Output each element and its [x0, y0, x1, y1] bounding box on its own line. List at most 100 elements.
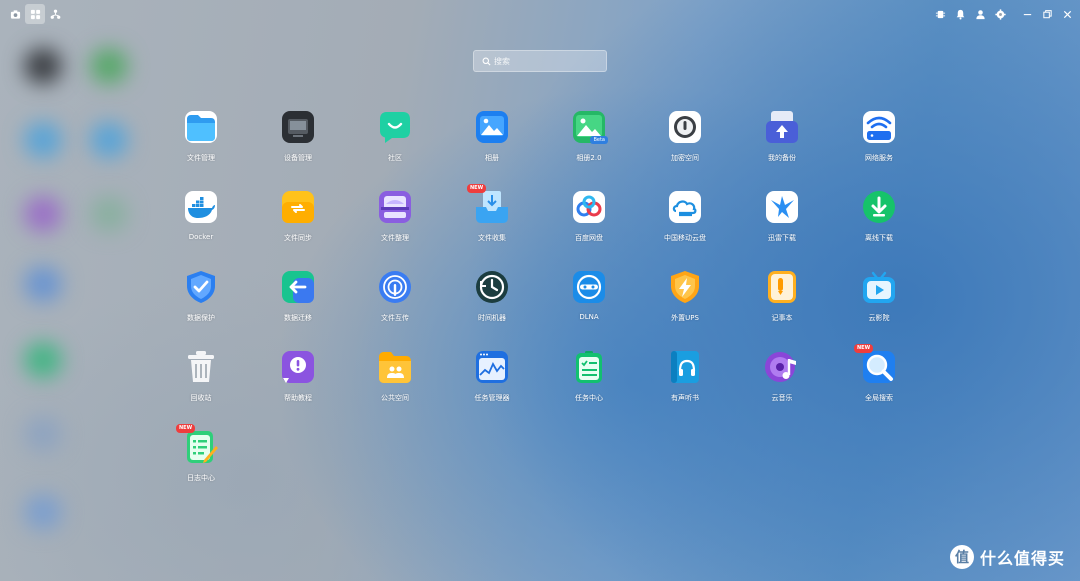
- app-label: 社区: [388, 154, 402, 162]
- app-label: 相册: [485, 154, 499, 162]
- app-label: 文件管理: [187, 154, 215, 162]
- app-label: 日志中心: [187, 474, 215, 482]
- app-label: 数据迁移: [284, 314, 312, 322]
- app-label: 加密空间: [671, 154, 699, 162]
- app-file-manager[interactable]: 文件管理: [161, 110, 241, 180]
- close-icon[interactable]: [1057, 4, 1077, 24]
- app-label: DLNA: [579, 313, 599, 321]
- baidu-netdisk-icon: [572, 190, 606, 224]
- app-label: 外置UPS: [671, 314, 699, 322]
- app-device-manager[interactable]: 设备管理: [258, 110, 338, 180]
- app-encrypted-space[interactable]: 加密空间: [645, 110, 725, 180]
- app-label: 离线下载: [865, 234, 893, 242]
- app-file-sync[interactable]: 文件同步: [258, 190, 338, 260]
- app-label: 中国移动云盘: [664, 234, 706, 242]
- blurred-dock-icon: [24, 48, 62, 84]
- blurred-dock-icon: [24, 494, 62, 530]
- app-ups[interactable]: 外置UPS: [645, 270, 725, 340]
- app-file-transfer[interactable]: 文件互传: [355, 270, 435, 340]
- dlna-icon: [572, 270, 606, 304]
- app-label: 百度网盘: [575, 234, 603, 242]
- plugin-icon[interactable]: [930, 4, 950, 24]
- folder-icon: [184, 110, 218, 144]
- search-icon: [482, 57, 491, 66]
- app-dlna[interactable]: DLNA: [549, 270, 629, 340]
- app-community[interactable]: 社区: [355, 110, 435, 180]
- backup-icon: [765, 110, 799, 144]
- app-offline-download[interactable]: 离线下载: [839, 190, 919, 260]
- app-audiobook[interactable]: 有声听书: [645, 350, 725, 420]
- audiobook-icon: [668, 350, 702, 384]
- gear-icon[interactable]: [990, 4, 1010, 24]
- app-data-migration[interactable]: 数据迁移: [258, 270, 338, 340]
- app-label: 文件收集: [478, 234, 506, 242]
- cloud-music-icon: [765, 350, 799, 384]
- file-transfer-icon: [378, 270, 412, 304]
- app-label: 数据保护: [187, 314, 215, 322]
- file-collect-icon: NEW: [467, 184, 509, 224]
- app-baidu-netdisk[interactable]: 百度网盘: [549, 190, 629, 260]
- app-network-service[interactable]: 网络服务: [839, 110, 919, 180]
- minimize-icon[interactable]: [1017, 4, 1037, 24]
- app-label: 任务管理器: [474, 394, 510, 402]
- app-file-collect[interactable]: NEW 文件收集: [452, 184, 532, 260]
- offline-download-icon: [862, 190, 896, 224]
- app-task-center[interactable]: 任务中心: [549, 350, 629, 420]
- recycle-bin-icon: [184, 350, 218, 384]
- restore-icon[interactable]: [1037, 4, 1057, 24]
- community-chat-icon: [378, 110, 412, 144]
- app-thunder-download[interactable]: 迅雷下载: [742, 190, 822, 260]
- app-global-search[interactable]: NEW 全局搜索: [839, 344, 919, 420]
- app-notepad[interactable]: 记事本: [742, 270, 822, 340]
- public-space-icon: [378, 350, 412, 384]
- app-time-machine[interactable]: 时间机器: [452, 270, 532, 340]
- encrypted-space-icon: [668, 110, 702, 144]
- app-help-tutorial[interactable]: 帮助教程: [258, 350, 338, 420]
- app-data-protection[interactable]: 数据保护: [161, 270, 241, 340]
- watermark-text: 什么值得买: [980, 549, 1066, 568]
- blurred-dock-icon: [90, 122, 128, 158]
- app-label: 文件整理: [381, 234, 409, 242]
- new-badge: NEW: [854, 344, 874, 353]
- app-label: Docker: [188, 233, 214, 241]
- task-center-icon: [572, 350, 606, 384]
- user-icon[interactable]: [970, 4, 990, 24]
- app-label: 回收站: [190, 394, 212, 402]
- photo-album-2-icon: Beta: [572, 110, 608, 144]
- app-public-space[interactable]: 公共空间: [355, 350, 435, 420]
- search-input[interactable]: [491, 52, 594, 70]
- camera-icon[interactable]: [5, 4, 25, 24]
- app-label: 云音乐: [771, 394, 793, 402]
- app-cloud-cinema[interactable]: 云影院: [839, 270, 919, 340]
- bell-icon[interactable]: [950, 4, 970, 24]
- search-box[interactable]: [473, 50, 607, 72]
- app-label: 全局搜索: [865, 394, 893, 402]
- app-docker[interactable]: Docker: [161, 190, 241, 260]
- app-task-manager[interactable]: 任务管理器: [452, 350, 532, 420]
- time-machine-icon: [475, 270, 509, 304]
- app-photo-album-2[interactable]: Beta 相册2.0: [549, 110, 629, 180]
- app-cloud-music[interactable]: 云音乐: [742, 350, 822, 420]
- blurred-dock-icon: [24, 196, 62, 232]
- app-photo-album[interactable]: 相册: [452, 110, 532, 180]
- photo-album-icon: [475, 110, 509, 144]
- app-recycle-bin[interactable]: 回收站: [161, 350, 241, 420]
- device-icon: [281, 110, 315, 144]
- china-mobile-cloud-icon: [668, 190, 702, 224]
- docker-icon: [184, 190, 218, 224]
- app-china-mobile-cloud[interactable]: 中国移动云盘: [645, 190, 725, 260]
- app-log-center[interactable]: NEW 日志中心: [161, 424, 241, 500]
- beta-badge: Beta: [590, 136, 608, 144]
- network-service-icon: [862, 110, 896, 144]
- app-label: 我的备份: [768, 154, 796, 162]
- grid-apps-icon[interactable]: [25, 4, 45, 24]
- notepad-icon: [765, 270, 799, 304]
- app-label: 设备管理: [284, 154, 312, 162]
- app-my-backup[interactable]: 我的备份: [742, 110, 822, 180]
- app-label: 帮助教程: [284, 394, 312, 402]
- app-file-organize[interactable]: 文件整理: [355, 190, 435, 260]
- thunder-download-icon: [765, 190, 799, 224]
- app-label: 有声听书: [671, 394, 699, 402]
- network-nodes-icon[interactable]: [45, 4, 65, 24]
- global-search-icon: NEW: [854, 344, 896, 384]
